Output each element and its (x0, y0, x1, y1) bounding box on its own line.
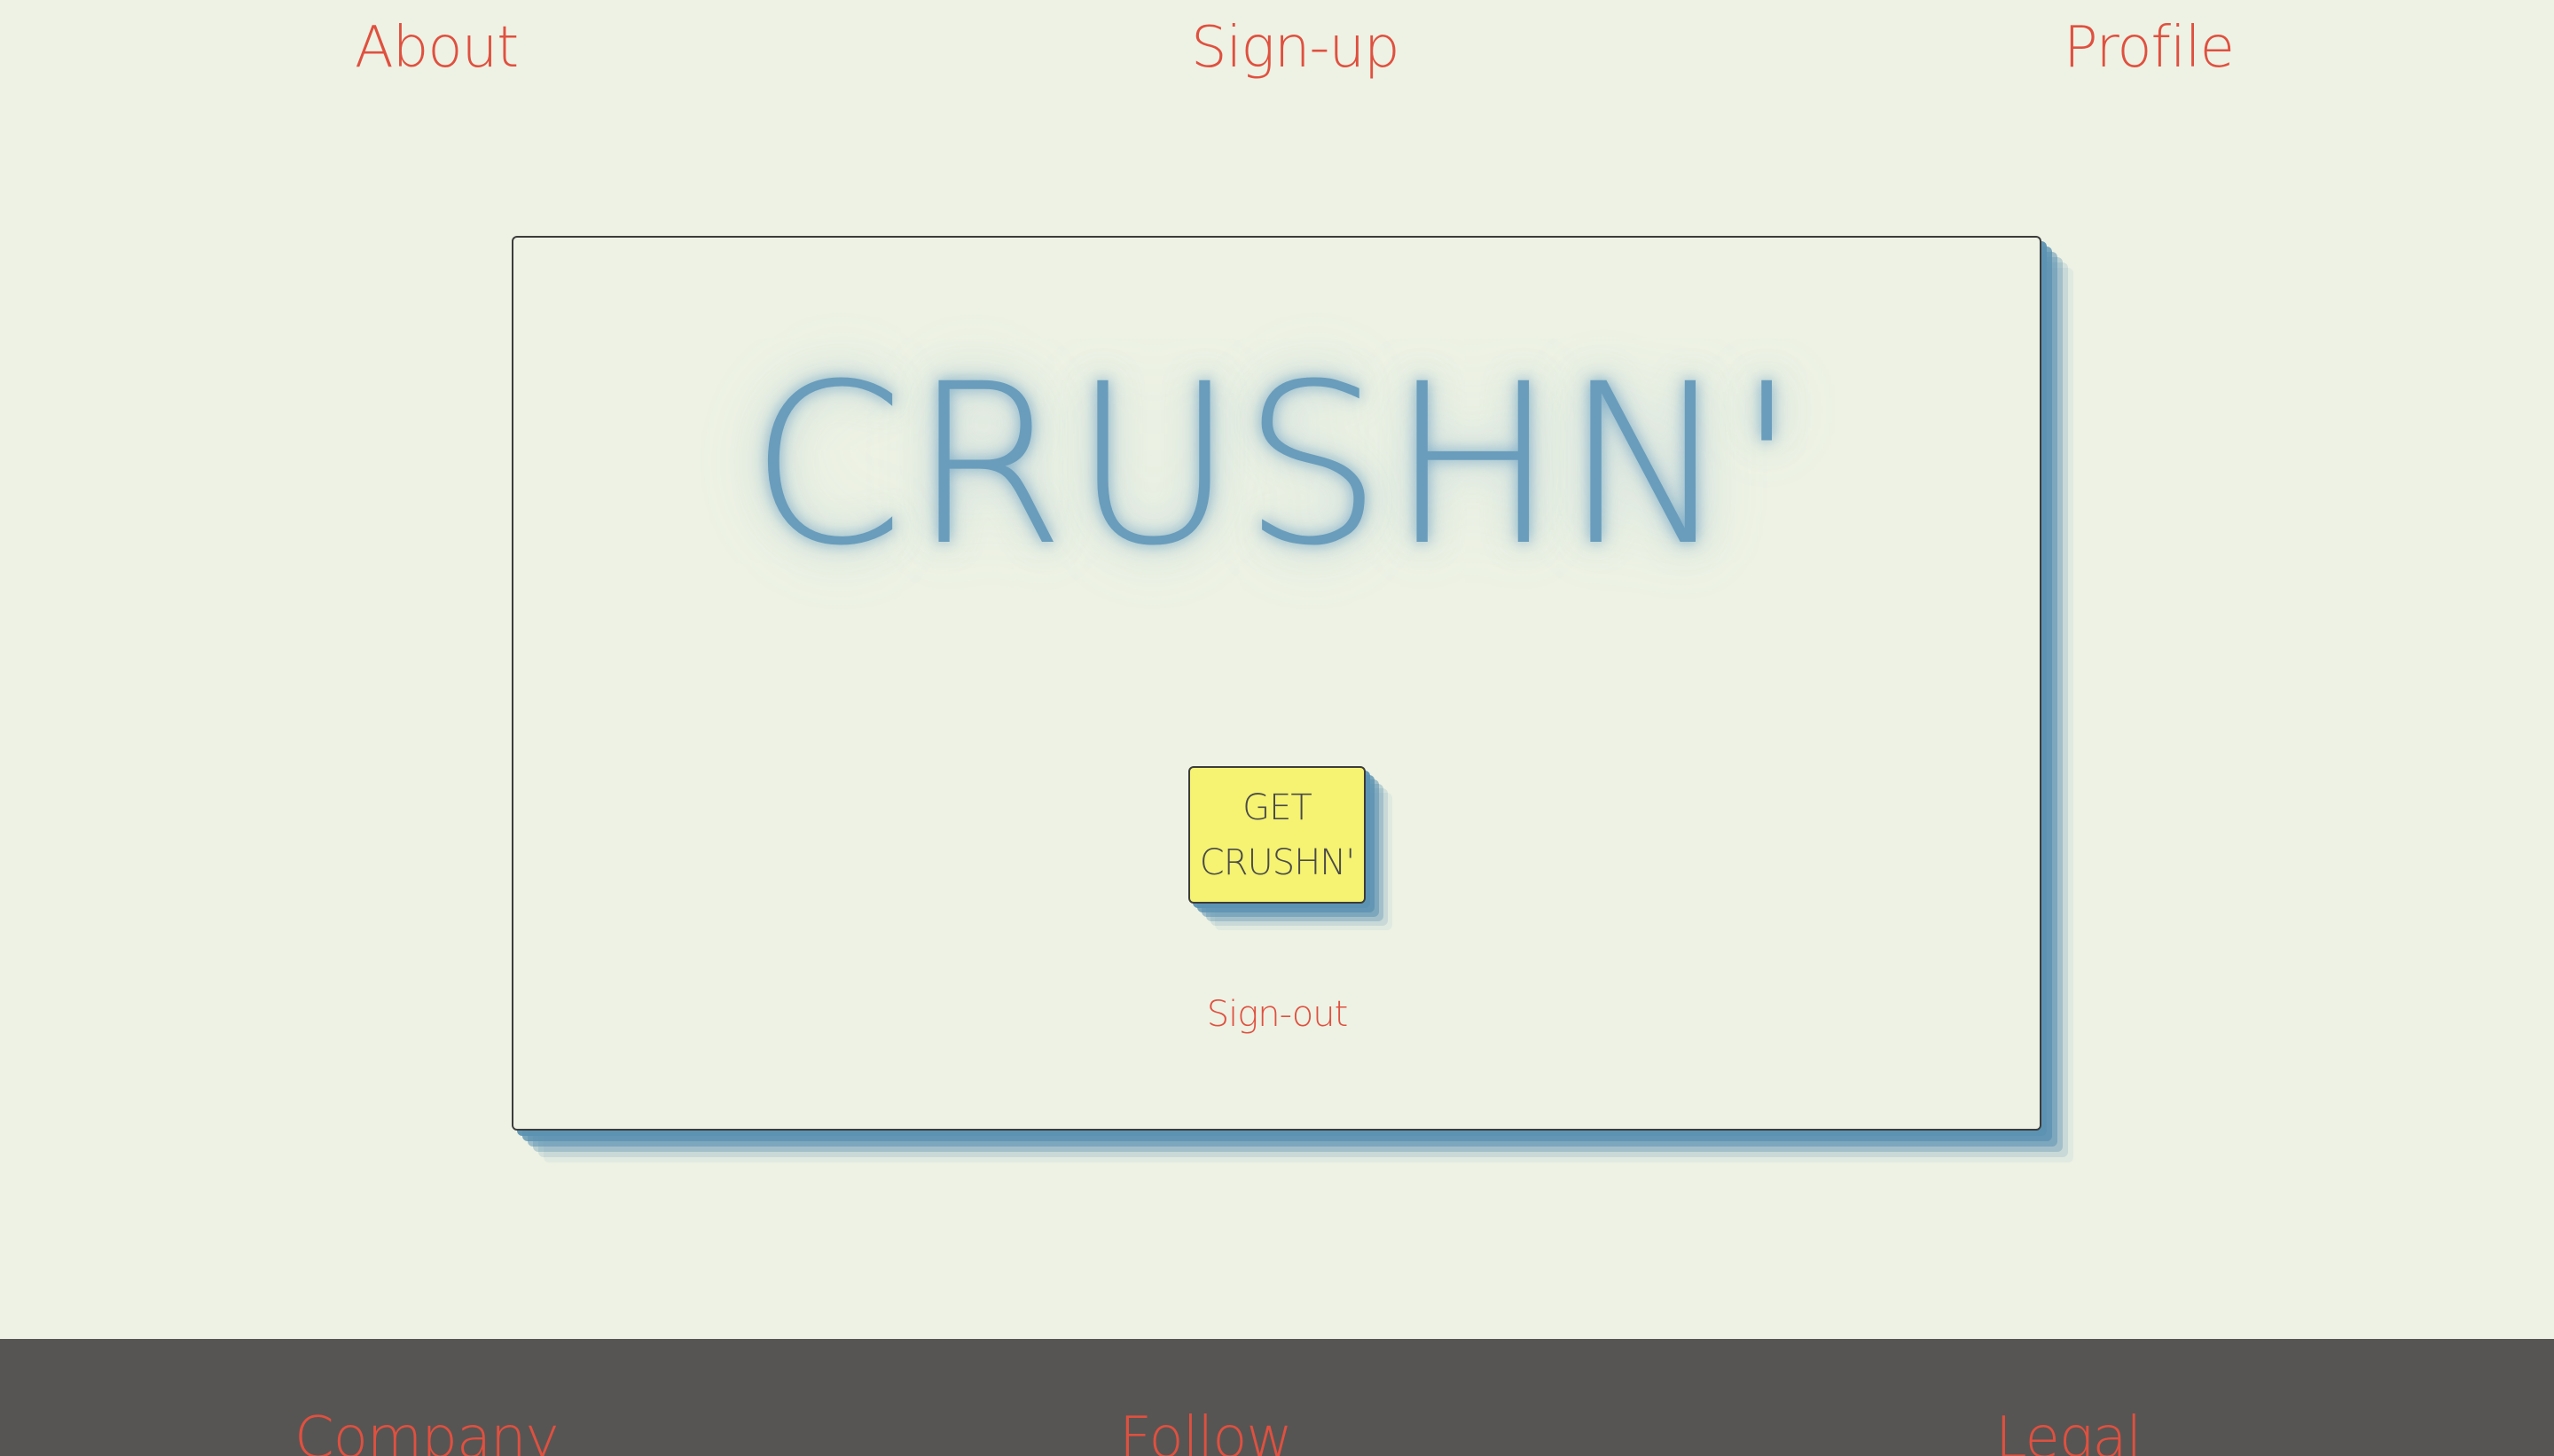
nav-link-signup[interactable]: Sign-up (1191, 20, 1400, 76)
footer: Company Follow Legal (0, 1339, 2554, 1456)
cta-label-line1: GET (1242, 787, 1312, 828)
cta-label-line2: CRUSHN' (1199, 842, 1355, 883)
nav-link-about[interactable]: About (355, 20, 519, 76)
signout-link[interactable]: Sign-out (1207, 994, 1349, 1035)
nav-link-profile[interactable]: Profile (2064, 20, 2235, 76)
get-crushn-button[interactable]: GET CRUSHN' (1188, 766, 1366, 904)
signout-row: Sign-out (0, 997, 2554, 1032)
brand-title: CRUSHN' (749, 336, 1805, 594)
footer-heading-follow: Follow (1119, 1405, 1293, 1456)
top-nav: About Sign-up Profile (0, 0, 2554, 115)
footer-heading-company: Company (294, 1405, 559, 1456)
footer-heading-legal: Legal (1995, 1405, 2142, 1456)
